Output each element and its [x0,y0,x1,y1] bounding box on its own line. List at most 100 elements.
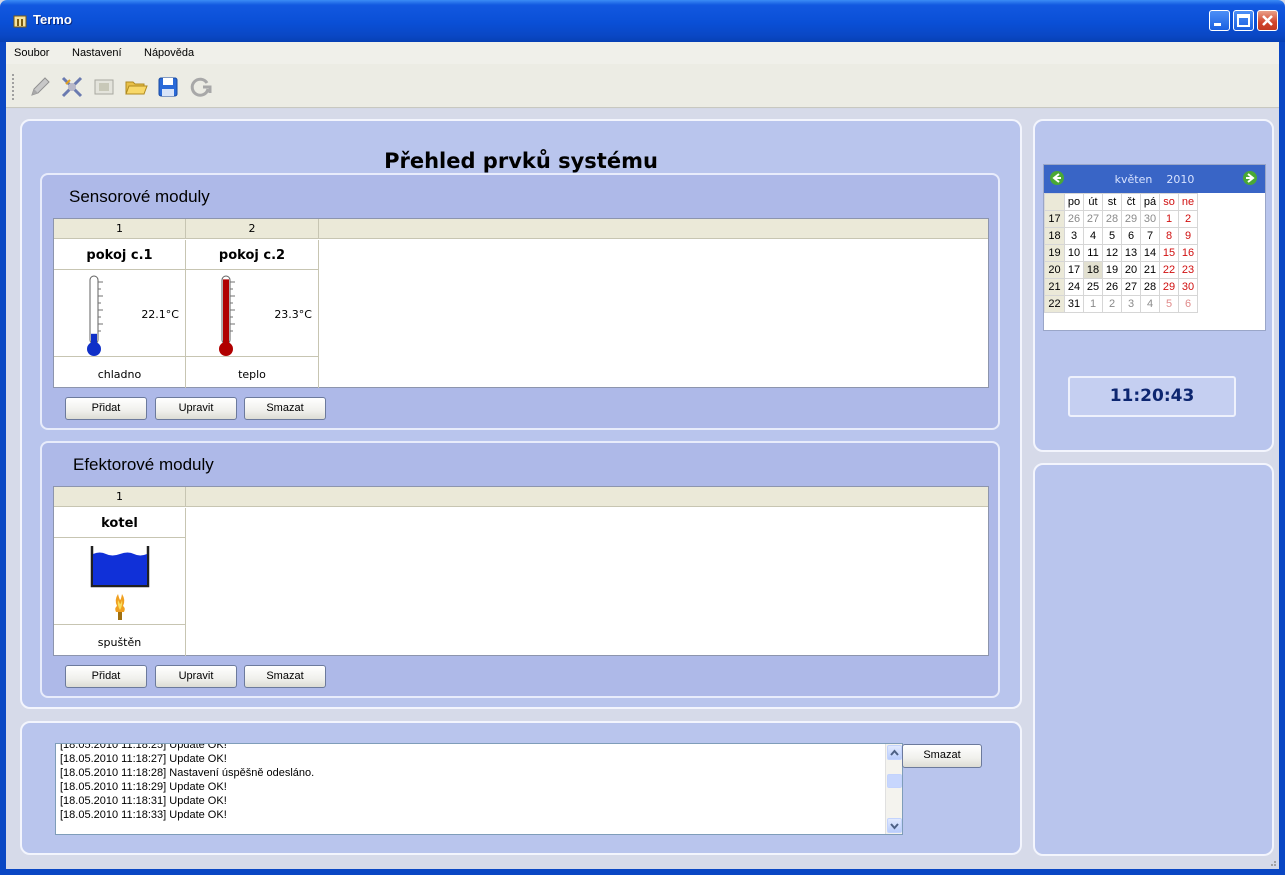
calendar-day[interactable]: 28 [1140,278,1160,296]
close-button[interactable] [1257,10,1278,31]
app-icon [13,15,27,28]
menu-soubor[interactable]: Soubor [14,47,49,59]
calendar-day[interactable]: 11 [1083,244,1103,262]
toolbar-grip[interactable] [12,74,15,100]
sensor-add-button[interactable]: Přidat [65,397,147,420]
sensor-card[interactable]: pokoj c.2 23.3°C teplo [186,240,319,388]
resize-grip-icon[interactable] [1267,857,1277,867]
calendar-day[interactable]: 3 [1064,227,1084,245]
menu-napoveda[interactable]: Nápověda [144,47,194,59]
window-title: Termo [33,12,72,27]
effector-add-button[interactable]: Přidat [65,665,147,688]
calendar-day[interactable]: 22 [1159,261,1179,279]
weekday-header: po [1064,193,1084,211]
sensors-title: Sensorové moduly [69,187,210,206]
sensor-temperature: 23.3°C [274,308,312,321]
open-folder-icon[interactable] [124,75,148,99]
log-panel: [18.05.2010 11:18:25] Update OK! [18.05.… [20,721,1022,855]
calendar-day[interactable]: 31 [1064,295,1084,313]
calendar-day[interactable]: 29 [1121,210,1141,228]
weekday-header: čt [1121,193,1141,211]
effector-name: kotel [101,516,138,531]
calendar[interactable]: květen 2010 po út st čt pá so ne 17 26 27 28 29 30 1 2… [1043,164,1266,331]
thermometer-icon [219,275,235,356]
calendar-day[interactable]: 23 [1178,261,1198,279]
minimize-button[interactable] [1209,10,1230,31]
chevron-down-icon [890,823,899,830]
calendar-day[interactable]: 1 [1159,210,1179,228]
calendar-day[interactable]: 4 [1140,295,1160,313]
calendar-day[interactable]: 1 [1083,295,1103,313]
effector-card[interactable]: kotel spuštěn [54,508,186,656]
save-disk-icon[interactable] [156,75,180,99]
module-icon[interactable] [92,75,116,99]
sensor-card[interactable]: pokoj c.1 22.1°C chladno [54,240,186,388]
weekday-header: st [1102,193,1122,211]
disconnect-icon[interactable] [60,75,84,99]
sensor-edit-button[interactable]: Upravit [155,397,237,420]
calendar-day[interactable]: 27 [1121,278,1141,296]
calendar-day[interactable]: 5 [1159,295,1179,313]
calendar-day[interactable]: 17 [1064,261,1084,279]
calendar-day[interactable]: 20 [1121,261,1141,279]
scroll-thumb[interactable] [887,774,902,788]
log-line: [18.05.2010 11:18:31] Update OK! [60,795,227,807]
window-border-bottom [0,869,1285,875]
pencil-icon[interactable] [28,75,52,99]
maximize-button[interactable] [1233,10,1254,31]
calendar-day[interactable]: 21 [1140,261,1160,279]
calendar-day[interactable]: 27 [1083,210,1103,228]
effector-delete-button[interactable]: Smazat [244,665,326,688]
calendar-day[interactable]: 28 [1102,210,1122,228]
calendar-day[interactable]: 12 [1102,244,1122,262]
next-month-button[interactable] [1243,171,1257,185]
calendar-day[interactable]: 25 [1083,278,1103,296]
main-panel: Přehled prvků systému Sensorové moduly 1… [20,119,1022,709]
calendar-day[interactable]: 10 [1064,244,1084,262]
log-clear-button[interactable]: Smazat [902,744,982,768]
calendar-day[interactable]: 4 [1083,227,1103,245]
calendar-day[interactable]: 2 [1178,210,1198,228]
calendar-day[interactable]: 13 [1121,244,1141,262]
refresh-icon[interactable] [188,75,212,99]
calendar-day[interactable]: 8 [1159,227,1179,245]
calendar-day[interactable]: 30 [1140,210,1160,228]
calendar-day[interactable]: 2 [1102,295,1122,313]
calendar-day[interactable]: 6 [1121,227,1141,245]
calendar-day[interactable]: 9 [1178,227,1198,245]
effector-edit-button[interactable]: Upravit [155,665,237,688]
calendar-day[interactable]: 7 [1140,227,1160,245]
thermometer-fill [223,279,229,344]
calendar-day[interactable]: 5 [1102,227,1122,245]
calendar-day[interactable]: 18 [1083,261,1103,279]
sensor-delete-button[interactable]: Smazat [244,397,326,420]
log-list[interactable]: [18.05.2010 11:18:25] Update OK! [18.05.… [55,743,903,835]
title-bar[interactable]: Termo [0,0,1285,42]
maximize-icon [1237,14,1250,27]
weekday-header: so [1159,193,1179,211]
grid-header: 1 2 [54,219,988,239]
scroll-up-button[interactable] [887,745,902,760]
calendar-day[interactable]: 26 [1064,210,1084,228]
calendar-day[interactable]: 14 [1140,244,1160,262]
calendar-day[interactable]: 26 [1102,278,1122,296]
sensor-name: pokoj c.2 [218,248,286,263]
menu-nastaveni[interactable]: Nastavení [72,47,122,59]
calendar-year[interactable]: 2010 [1166,173,1194,186]
calendar-day[interactable]: 3 [1121,295,1141,313]
effectors-grid: 1 kotel spuštěn [53,486,989,656]
log-scrollbar[interactable] [885,744,902,834]
week-number: 22 [1044,295,1065,313]
calendar-day[interactable]: 30 [1178,278,1198,296]
chevron-up-icon [890,749,899,756]
calendar-day[interactable]: 15 [1159,244,1179,262]
sensor-name: pokoj c.1 [86,248,153,263]
calendar-day[interactable]: 19 [1102,261,1122,279]
boiler-icon [90,546,150,620]
calendar-day[interactable]: 16 [1178,244,1198,262]
scroll-down-button[interactable] [887,818,902,833]
calendar-day[interactable]: 6 [1178,295,1198,313]
calendar-month[interactable]: květen [1115,173,1153,186]
calendar-day[interactable]: 29 [1159,278,1179,296]
calendar-day[interactable]: 24 [1064,278,1084,296]
